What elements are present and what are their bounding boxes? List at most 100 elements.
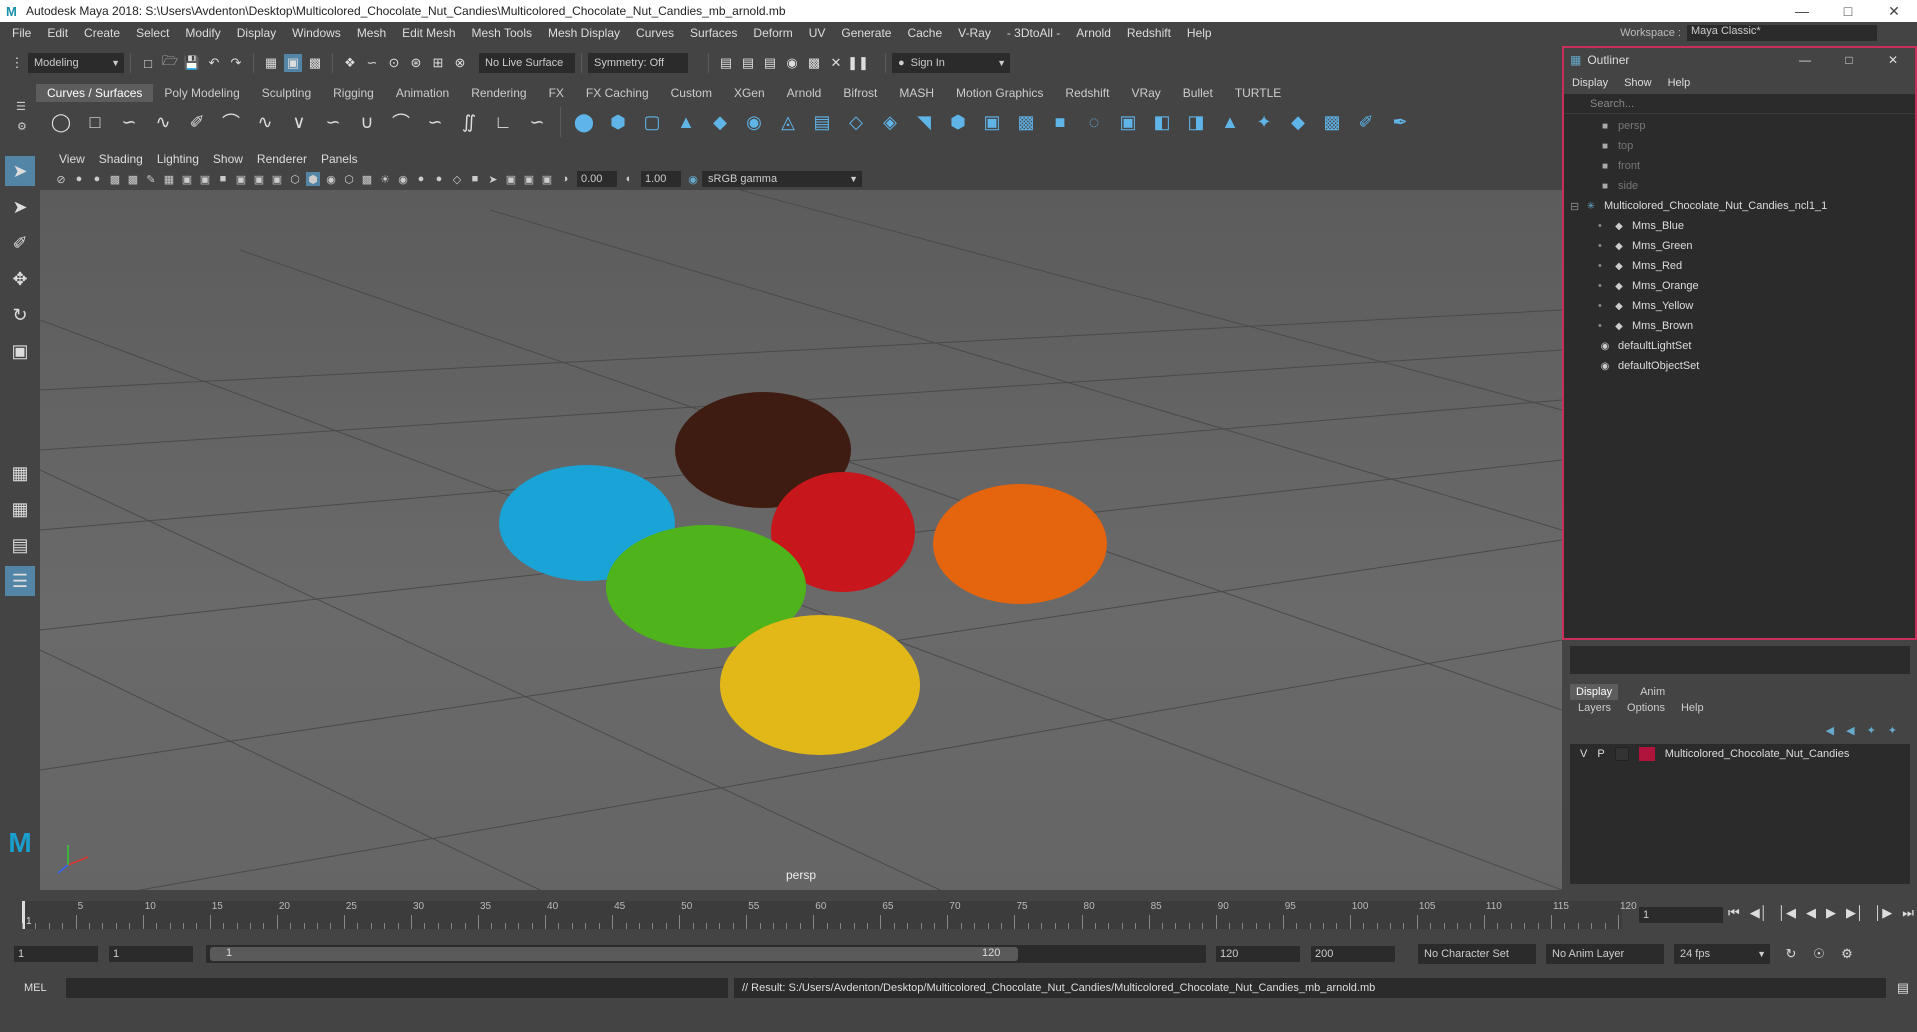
step-back-key-icon[interactable]: ◀│	[1750, 905, 1768, 921]
exposure-field[interactable]: 0.00	[577, 171, 617, 187]
menu-edit-mesh[interactable]: Edit Mesh	[394, 26, 463, 40]
menu-create[interactable]: Create	[76, 26, 128, 40]
menu-surfaces[interactable]: Surfaces	[682, 26, 745, 40]
smooth-shade-icon[interactable]: ⬢	[306, 172, 320, 186]
safe-title-icon[interactable]: ▣	[270, 172, 284, 186]
menu-uv[interactable]: UV	[801, 26, 834, 40]
ep-curve-icon[interactable]: ∿	[152, 111, 174, 133]
paint-select-icon[interactable]: ✐	[5, 228, 35, 258]
menu-arnold[interactable]: Arnold	[1068, 26, 1119, 40]
pencil-curve-icon[interactable]: ✐	[186, 111, 208, 133]
use-all-lights-icon[interactable]: ☀	[378, 172, 392, 186]
range-handle[interactable]	[210, 947, 1018, 961]
rebuild-surface-icon[interactable]: ✒	[1389, 111, 1411, 133]
lasso-tool-icon[interactable]: ➤	[5, 192, 35, 222]
panel-menu-renderer[interactable]: Renderer	[250, 152, 314, 166]
extend-curve-icon[interactable]: ∟	[492, 111, 514, 133]
arc-icon[interactable]: ⌒	[220, 111, 242, 133]
step-forward-key-icon[interactable]: │▶	[1874, 905, 1892, 921]
menu-mesh-display[interactable]: Mesh Display	[540, 26, 628, 40]
shelf-menu-icon[interactable]: ☰	[16, 100, 26, 113]
rotate-tool-icon[interactable]: ↻	[5, 300, 35, 330]
intersect-icon[interactable]: ◌	[1083, 111, 1105, 133]
move-layer-up-icon[interactable]: ◀	[1826, 724, 1834, 737]
shelf-tab-xgen[interactable]: XGen	[723, 84, 776, 102]
sculpt-icon[interactable]: ✐	[1355, 111, 1377, 133]
move-layer-down-icon[interactable]: ◀	[1846, 724, 1854, 737]
default-material-icon[interactable]: ◉	[324, 172, 338, 186]
nurbs-cube-icon[interactable]: ⬢	[607, 111, 629, 133]
script-editor-icon[interactable]: ▤	[1894, 979, 1912, 997]
outliner-menu-help[interactable]: Help	[1668, 77, 1691, 89]
layer-menu-help[interactable]: Help	[1681, 702, 1704, 714]
layer-color-swatch[interactable]	[1638, 747, 1655, 761]
outliner-item[interactable]: ◉ defaultLightSet	[1564, 336, 1915, 356]
outliner-item[interactable]: ■ front	[1564, 156, 1915, 176]
wireframe-icon[interactable]: ⬡	[288, 172, 302, 186]
cv-curve-icon[interactable]: ∽	[118, 111, 140, 133]
shelf-tab-bullet[interactable]: Bullet	[1172, 84, 1224, 102]
close-button[interactable]: ✕	[1871, 53, 1915, 67]
anti-aliasing-icon[interactable]: ◇	[450, 172, 464, 186]
menu-cache[interactable]: Cache	[899, 26, 950, 40]
minimize-button[interactable]: —	[1779, 3, 1825, 20]
insert-knot-icon[interactable]: ∽	[526, 111, 548, 133]
grease-pencil-icon[interactable]: ✎	[144, 172, 158, 186]
menu-mesh[interactable]: Mesh	[349, 26, 394, 40]
character-set-dropdown[interactable]: No Character Set	[1418, 944, 1536, 964]
snap-surface-icon[interactable]: ⊞	[429, 54, 447, 72]
nurbs-square-icon[interactable]: □	[84, 111, 106, 133]
ambient-occlusion-icon[interactable]: ●	[414, 172, 428, 186]
color-space-dropdown[interactable]: sRGB gamma ▼	[702, 171, 862, 187]
go-to-start-icon[interactable]: ⏮	[1728, 905, 1740, 921]
fillet-curve-icon[interactable]: ∽	[424, 111, 446, 133]
shelf-settings-icon[interactable]: ⚙	[17, 120, 27, 133]
new-scene-icon[interactable]: □	[139, 54, 157, 72]
save-scene-icon[interactable]: 💾	[183, 54, 201, 72]
persp-outliner-icon[interactable]: ▤	[5, 530, 35, 560]
snap-curve-icon[interactable]: ∽	[363, 54, 381, 72]
minimize-button[interactable]: —	[1783, 53, 1827, 67]
loft-icon[interactable]: ▤	[811, 111, 833, 133]
workspace-dropdown[interactable]: Maya Classic*	[1687, 25, 1877, 41]
planar-icon[interactable]: ◇	[845, 111, 867, 133]
expand-icon[interactable]: •	[1598, 320, 1612, 332]
render-settings-icon[interactable]: ◉	[783, 54, 801, 72]
panel-menu-shading[interactable]: Shading	[92, 152, 150, 166]
attach-surface-icon[interactable]: ▲	[1219, 111, 1241, 133]
bezier-icon[interactable]: ∿	[254, 111, 276, 133]
render-frame-icon[interactable]: ▤	[717, 54, 735, 72]
menu-select[interactable]: Select	[128, 26, 177, 40]
layer-visibility-toggle[interactable]: V	[1580, 748, 1587, 760]
mode-dropdown[interactable]: Modeling ▼	[28, 53, 124, 73]
new-layer-icon[interactable]: ✦	[1867, 724, 1876, 737]
outliner-menu-show[interactable]: Show	[1624, 77, 1652, 89]
yellow-candy[interactable]	[720, 615, 920, 755]
expand-icon[interactable]: •	[1598, 240, 1612, 252]
render-sequence-icon[interactable]: ▤	[739, 54, 757, 72]
shelf-tab-vray[interactable]: VRay	[1120, 84, 1171, 102]
end-time-field[interactable]: 200	[1311, 946, 1395, 962]
shelf-tab-custom[interactable]: Custom	[660, 84, 723, 102]
color-management-icon[interactable]: ◉	[686, 172, 700, 186]
redo-icon[interactable]: ↷	[227, 54, 245, 72]
command-input[interactable]	[66, 978, 728, 998]
outliner-layout-icon[interactable]: ☰	[5, 566, 35, 596]
shelf-tab-redshift[interactable]: Redshift	[1054, 84, 1120, 102]
snap-grid-icon[interactable]: ❖	[341, 54, 359, 72]
outliner-item[interactable]: • ◆ Mms_Blue	[1564, 216, 1915, 236]
maximize-button[interactable]: □	[1827, 53, 1871, 67]
outliner-item[interactable]: ■ side	[1564, 176, 1915, 196]
maximize-button[interactable]: □	[1825, 3, 1871, 20]
shelf-tab-sculpting[interactable]: Sculpting	[251, 84, 322, 102]
nurbs-circle-icon[interactable]: ◯	[50, 111, 72, 133]
gate-mask-icon[interactable]: ■	[216, 172, 230, 186]
bookmark-icon[interactable]: ●	[90, 172, 104, 186]
boundary-icon[interactable]: ▣	[981, 111, 1003, 133]
live-surface-field[interactable]: No Live Surface	[479, 53, 575, 73]
range-bar[interactable]: 1 120	[206, 945, 1206, 963]
playback-end-field[interactable]: 120	[1216, 946, 1300, 962]
outliner-item[interactable]: • ◆ Mms_Brown	[1564, 316, 1915, 336]
resolution-gate-icon[interactable]: ▣	[198, 172, 212, 186]
grid-icon[interactable]: ▦	[162, 172, 176, 186]
